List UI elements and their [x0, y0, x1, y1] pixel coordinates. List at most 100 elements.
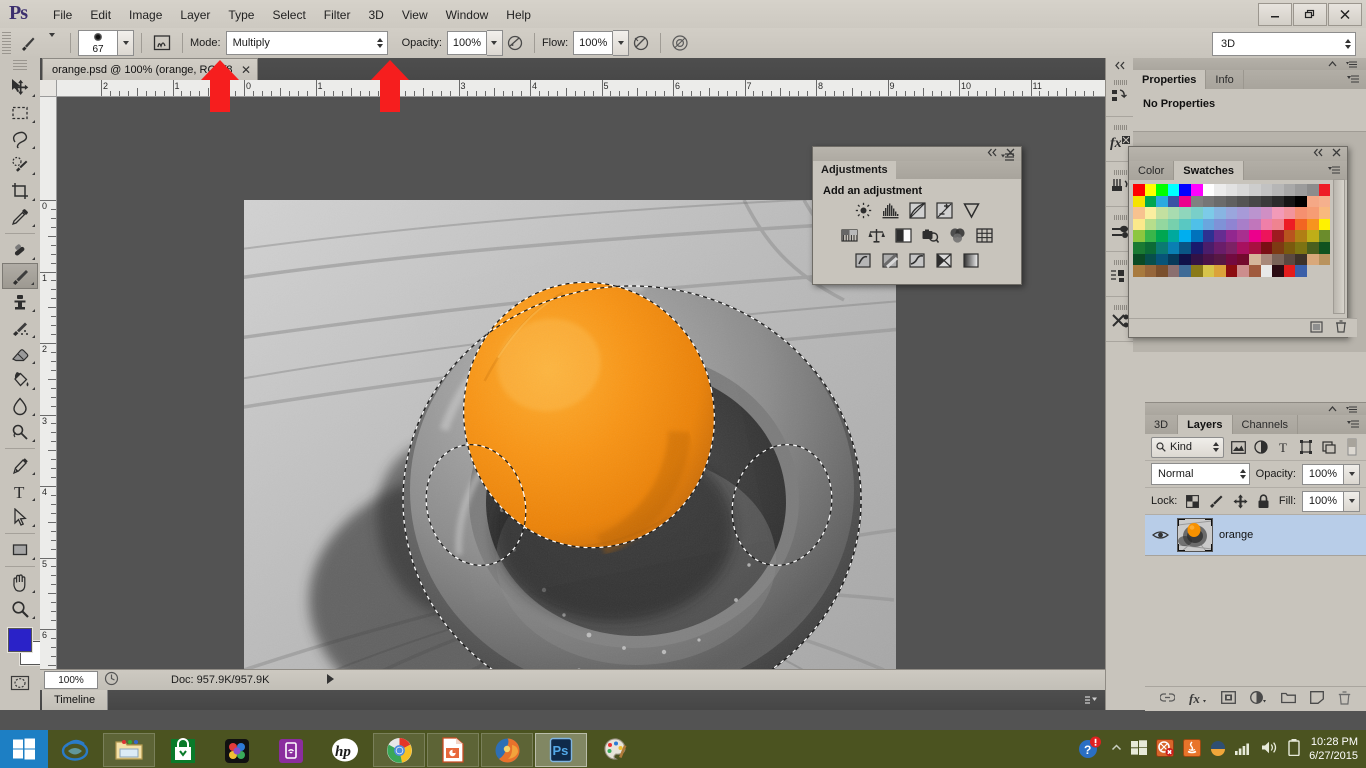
hand-tool[interactable]: [2, 570, 38, 596]
pen-tool[interactable]: [2, 452, 38, 478]
show-hidden-icons-icon[interactable]: [1111, 743, 1122, 755]
color-swatch[interactable]: [1167, 230, 1180, 242]
threshold-icon[interactable]: [907, 251, 928, 270]
layer-opacity-input[interactable]: 100%: [1302, 463, 1344, 485]
color-swatch[interactable]: [1272, 184, 1284, 196]
brush-panel-toggle-icon[interactable]: [149, 32, 175, 54]
color-swatch[interactable]: [1214, 207, 1226, 219]
color-swatch[interactable]: [1214, 230, 1226, 242]
menu-item-filter[interactable]: Filter: [315, 6, 360, 24]
menu-item-edit[interactable]: Edit: [81, 6, 120, 24]
channel-mixer-icon[interactable]: [947, 226, 968, 245]
options-bar-grip[interactable]: [2, 32, 11, 54]
color-swatch[interactable]: [1190, 195, 1203, 208]
image-canvas[interactable]: [244, 200, 896, 706]
color-swatch[interactable]: [1179, 230, 1191, 242]
color-swatch[interactable]: [1248, 207, 1261, 219]
close-button[interactable]: [1328, 3, 1362, 26]
workspace-selector[interactable]: 3D: [1212, 32, 1356, 56]
color-swatch[interactable]: [1214, 265, 1226, 277]
color-swatch[interactable]: [1248, 184, 1261, 196]
lock-position-icon[interactable]: [1231, 492, 1249, 511]
security-warning-icon[interactable]: [1156, 738, 1175, 760]
color-swatch[interactable]: [1272, 241, 1284, 254]
color-swatch[interactable]: [1156, 241, 1168, 254]
menu-item-layer[interactable]: Layer: [171, 6, 219, 24]
tab-color[interactable]: Color: [1129, 161, 1175, 180]
dock-item-history[interactable]: [1106, 72, 1134, 117]
new-swatch-icon[interactable]: [1310, 320, 1323, 336]
color-swatch[interactable]: [1190, 230, 1203, 242]
adjustment-layers-filter-icon[interactable]: [1253, 438, 1270, 457]
color-swatch[interactable]: [1156, 207, 1168, 219]
taskbar-item-photoshop[interactable]: Ps: [535, 733, 587, 767]
color-swatch[interactable]: [1225, 253, 1238, 266]
blur-tool[interactable]: [2, 393, 38, 419]
color-swatch[interactable]: [1318, 195, 1331, 208]
layer-visibility-eye-icon[interactable]: [1149, 529, 1171, 541]
filter-toggle-switch[interactable]: [1343, 438, 1360, 457]
black-white-icon[interactable]: [893, 226, 914, 245]
layers-collapse-icon[interactable]: [1327, 405, 1338, 413]
color-swatch[interactable]: [1156, 265, 1168, 277]
lasso-tool[interactable]: [2, 126, 38, 152]
tab-info[interactable]: Info: [1206, 70, 1244, 89]
tab-adjustments[interactable]: Adjustments: [813, 161, 896, 179]
spot-healing-brush-tool[interactable]: [2, 237, 38, 263]
adjustments-panel-menu-icon[interactable]: [1001, 152, 1015, 165]
color-swatch[interactable]: [1190, 241, 1203, 254]
color-swatch[interactable]: [1144, 184, 1157, 196]
hue-saturation-icon[interactable]: [839, 226, 860, 245]
document-tab-close-icon[interactable]: ✕: [241, 64, 251, 76]
levels-icon[interactable]: [880, 201, 901, 220]
color-swatch[interactable]: [1225, 195, 1238, 208]
lock-transparent-pixels-icon[interactable]: [1183, 492, 1201, 511]
layers-panel-menu-icon[interactable]: [1347, 419, 1360, 432]
invert-icon[interactable]: [853, 251, 874, 270]
color-swatch[interactable]: [1167, 195, 1180, 208]
menu-item-select[interactable]: Select: [263, 6, 314, 24]
color-swatch[interactable]: [1260, 265, 1273, 277]
color-swatch[interactable]: [1133, 230, 1145, 242]
color-swatch[interactable]: [1225, 230, 1238, 242]
color-swatch[interactable]: [1318, 184, 1331, 196]
color-swatch[interactable]: [1306, 241, 1319, 254]
color-swatch[interactable]: [1202, 184, 1215, 196]
layer-filter-kind-dropdown[interactable]: Kind: [1151, 436, 1225, 458]
color-swatch[interactable]: [1225, 218, 1238, 231]
start-button[interactable]: [0, 730, 48, 768]
color-swatch[interactable]: [1260, 184, 1273, 196]
vibrance-icon[interactable]: [961, 201, 982, 220]
color-swatch[interactable]: [1202, 230, 1215, 242]
color-swatch[interactable]: [1190, 253, 1203, 266]
color-swatch[interactable]: [1167, 207, 1180, 219]
tab-swatches[interactable]: Swatches: [1174, 161, 1245, 180]
color-swatch[interactable]: [1283, 253, 1296, 266]
document-info-icon[interactable]: [104, 671, 119, 689]
color-swatch[interactable]: [1156, 184, 1168, 196]
color-swatch[interactable]: [1144, 207, 1157, 219]
color-swatch[interactable]: [1283, 230, 1296, 242]
color-swatch[interactable]: [1248, 253, 1261, 266]
opacity-input[interactable]: 100%: [446, 31, 487, 55]
color-swatch[interactable]: [1144, 241, 1157, 254]
crop-tool[interactable]: [2, 178, 38, 204]
color-lookup-icon[interactable]: [974, 226, 995, 245]
smart-object-filter-icon[interactable]: [1321, 438, 1338, 457]
layers-panel-header[interactable]: [1145, 403, 1366, 415]
swatches-collapse-icon[interactable]: [1313, 148, 1324, 160]
brush-tool-dropdown[interactable]: [41, 33, 63, 49]
new-adjustment-layer-icon[interactable]: [1250, 691, 1267, 707]
color-swatch[interactable]: [1133, 207, 1145, 219]
new-group-icon[interactable]: [1281, 692, 1296, 707]
color-swatch[interactable]: [1283, 195, 1296, 208]
color-swatch[interactable]: [1260, 195, 1273, 208]
color-swatch[interactable]: [1295, 207, 1307, 219]
color-swatch[interactable]: [1144, 265, 1157, 277]
color-swatch[interactable]: [1144, 253, 1157, 266]
java-icon[interactable]: [1183, 738, 1202, 760]
color-swatch[interactable]: [1272, 207, 1284, 219]
color-swatch[interactable]: [1283, 184, 1296, 196]
menu-item-help[interactable]: Help: [497, 6, 540, 24]
photo-filter-icon[interactable]: [920, 226, 941, 245]
